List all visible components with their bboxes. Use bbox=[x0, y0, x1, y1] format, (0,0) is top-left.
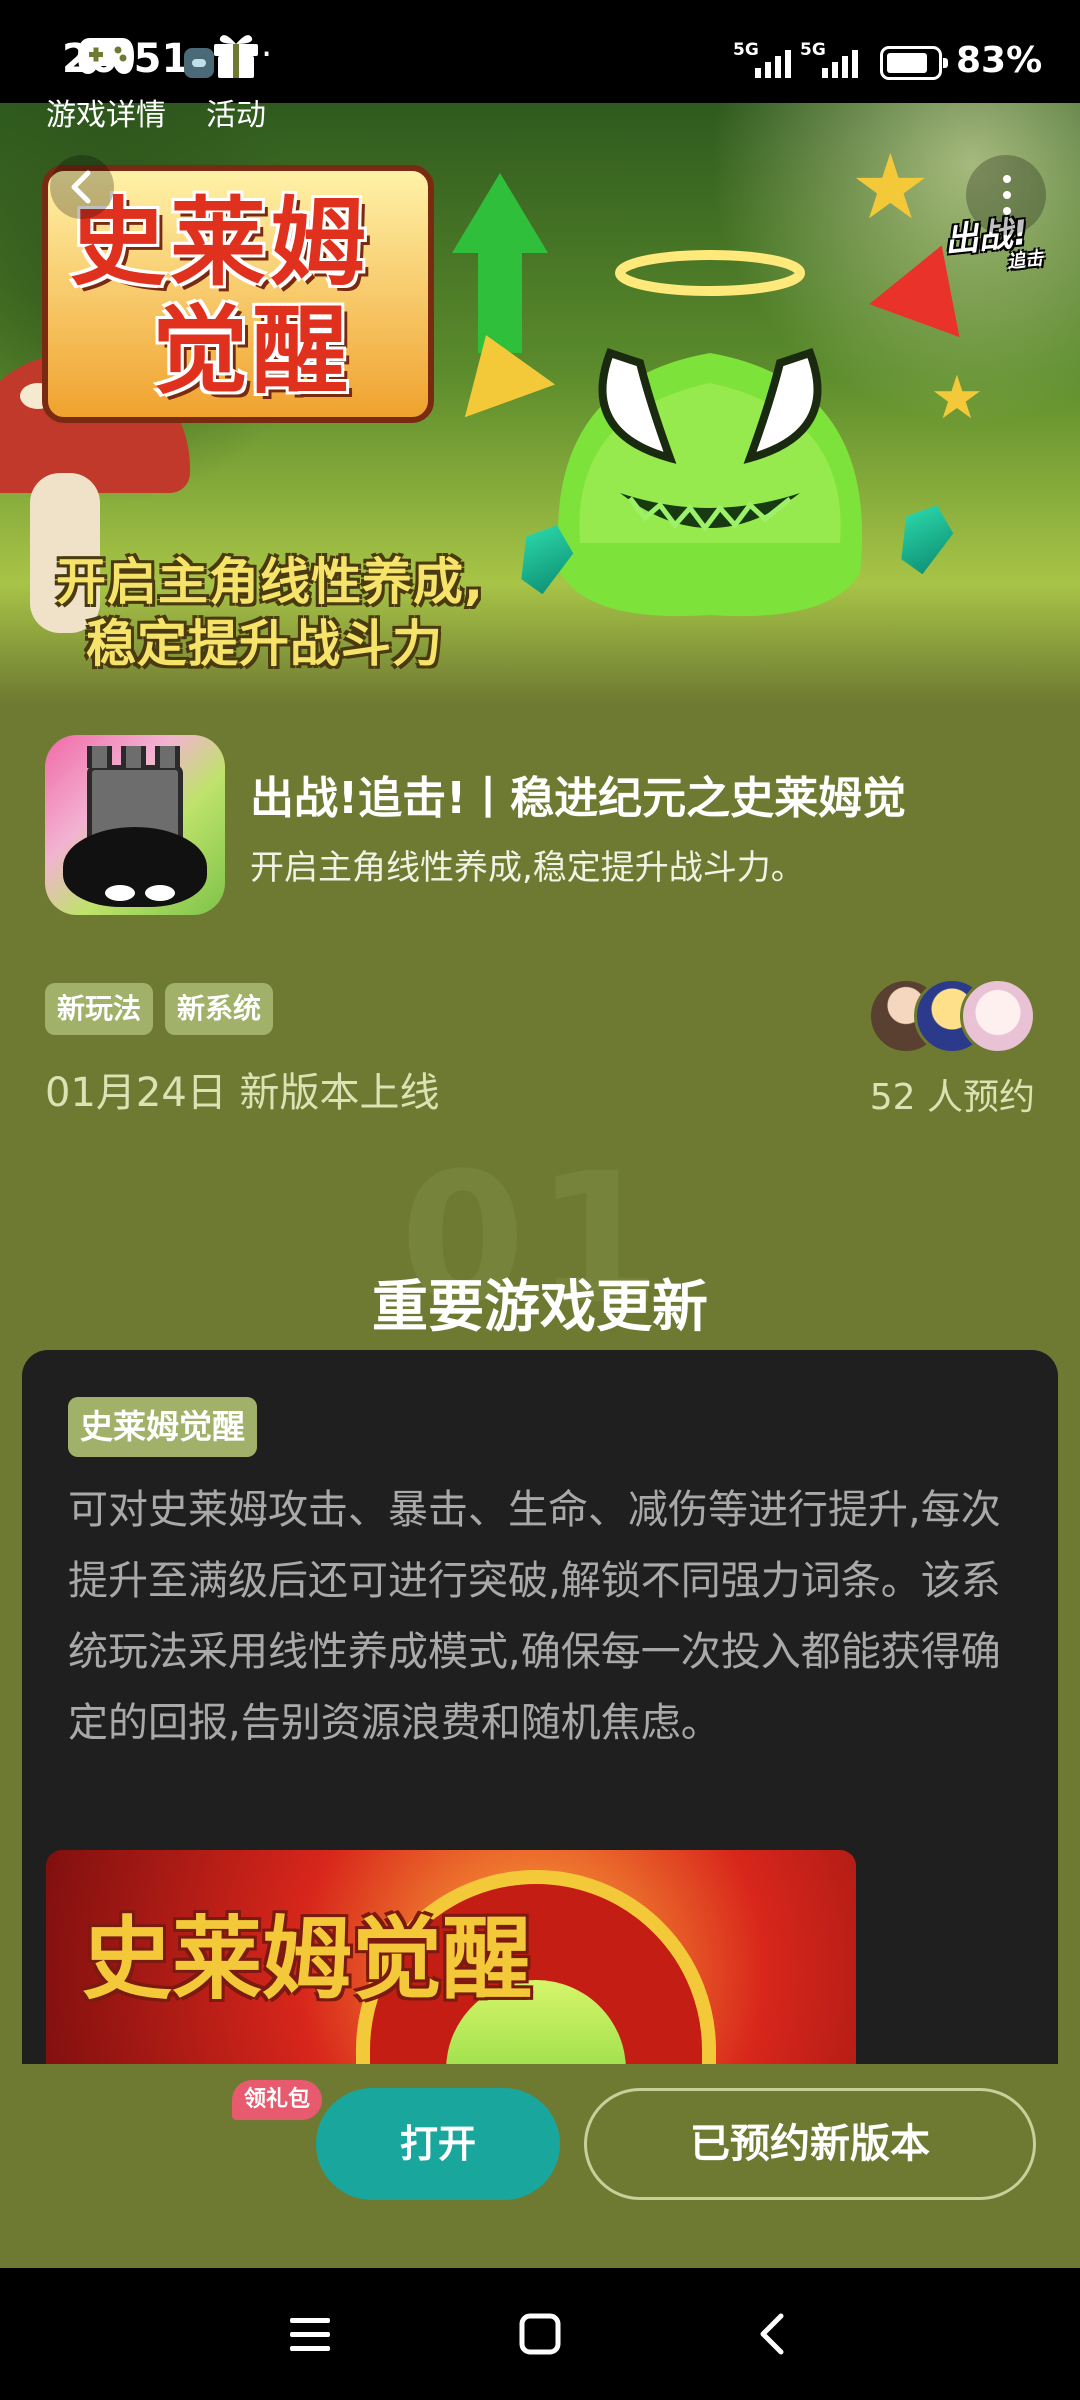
activity-button[interactable]: 活动 bbox=[196, 30, 276, 134]
app-icon[interactable] bbox=[45, 735, 225, 915]
tag-chip: 新玩法 bbox=[45, 983, 154, 1035]
signal-5g-icon: 5G bbox=[800, 40, 870, 80]
menu-icon[interactable] bbox=[282, 2306, 338, 2362]
release-date: 01月24日 新版本上线 bbox=[45, 1070, 440, 1116]
green-arrow-icon bbox=[452, 173, 548, 253]
open-button[interactable]: 打开 bbox=[316, 2088, 560, 2200]
hero-subtitle: 开启主角线性养成, 稳定提升战斗力 bbox=[56, 553, 484, 673]
gamepad-icon bbox=[78, 38, 134, 74]
update-description: 可对史莱姆攻击、暴击、生命、减伤等进行提升,每次提升至满级后还可进行突破,解锁不… bbox=[68, 1487, 1001, 1746]
reserved-new-version-button[interactable]: 已预约新版本 bbox=[584, 2088, 1036, 2200]
app-description: 开启主角线性养成,稳定提升战斗力。 bbox=[250, 848, 805, 888]
section-title: 重要游戏更新 bbox=[372, 1275, 708, 1340]
tag-chip: 新系统 bbox=[165, 983, 274, 1035]
gift-icon bbox=[214, 35, 258, 78]
hero-banner: ★ ★ 史莱姆 觉醒 开启主角线性养成, 稳定提升战斗力 出战! 追击 bbox=[0, 103, 1080, 703]
system-navigation-bar bbox=[0, 2268, 1080, 2400]
feature-image-title: 史莱姆觉醒 bbox=[82, 1907, 532, 2012]
reservation-count: 52 人预约 bbox=[869, 1077, 1035, 1118]
more-dots-icon bbox=[1003, 175, 1011, 183]
update-card: 史莱姆觉醒 可对史莱姆攻击、暴击、生命、减伤等进行提升,每次提升至满级后还可进行… bbox=[22, 1350, 1058, 2150]
star-icon: ★ bbox=[930, 363, 984, 433]
reserved-users-avatars bbox=[868, 978, 1038, 1058]
app-title: 出战!追击!丨稳进纪元之史莱姆觉 bbox=[250, 773, 907, 824]
back-arrow-icon bbox=[71, 170, 91, 204]
game-details-label: 游戏详情 bbox=[46, 98, 166, 133]
home-icon[interactable] bbox=[512, 2306, 568, 2362]
feature-chip: 史莱姆觉醒 bbox=[68, 1397, 257, 1457]
activity-label: 活动 bbox=[206, 98, 266, 133]
tag-list: 新玩法 新系统 bbox=[45, 983, 274, 1035]
battery-percent: 83% bbox=[956, 40, 1043, 81]
back-button[interactable] bbox=[50, 155, 114, 219]
avatar bbox=[960, 978, 1036, 1054]
signal-5g-icon: 5G bbox=[733, 40, 803, 80]
battery-icon bbox=[880, 46, 948, 80]
slime-illustration bbox=[557, 250, 863, 617]
game-details-button[interactable]: 游戏详情 bbox=[40, 30, 172, 134]
star-icon: ★ bbox=[850, 135, 931, 240]
back-nav-icon[interactable] bbox=[745, 2306, 801, 2362]
gift-badge[interactable]: 领礼包 bbox=[232, 2080, 323, 2120]
more-options-button[interactable] bbox=[966, 155, 1046, 235]
